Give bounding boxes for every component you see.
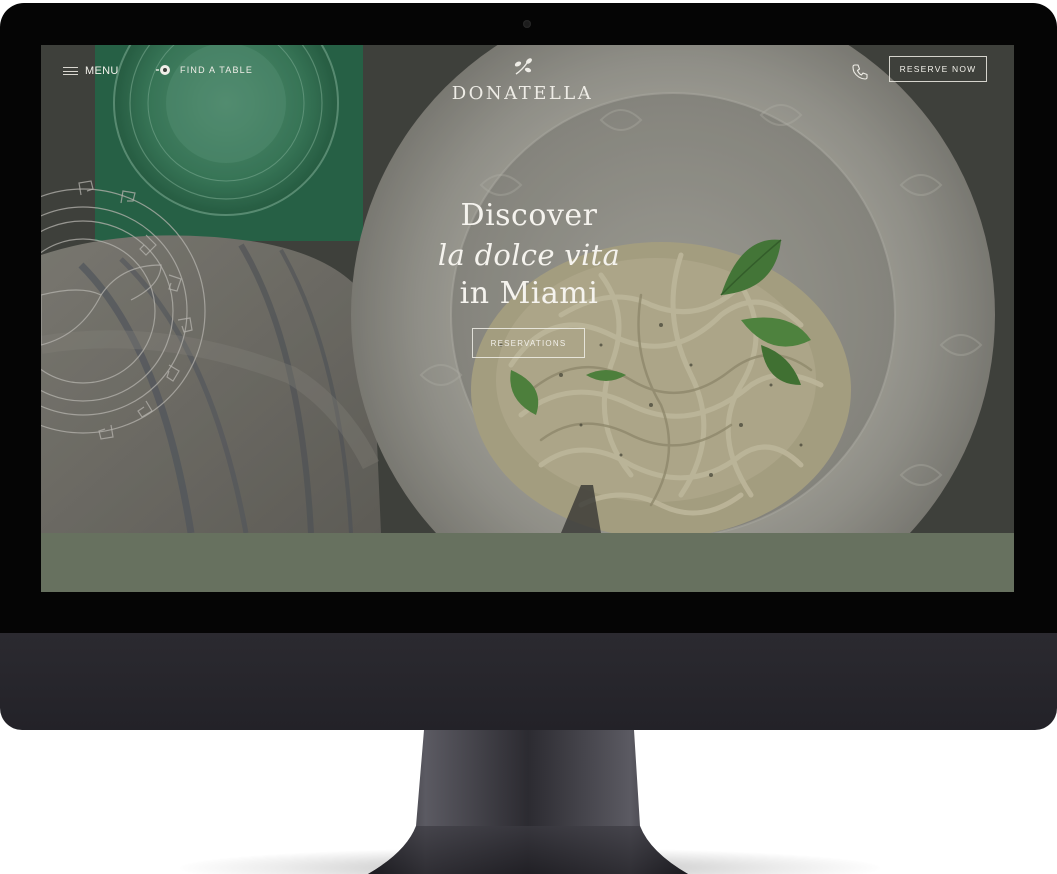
hamburger-icon bbox=[63, 67, 78, 75]
headline-line-2: la dolce vita bbox=[437, 238, 621, 272]
sprig-icon bbox=[514, 58, 532, 75]
hero-section: MENU FIND A TABLE DONATELLA RESERVE NOW … bbox=[41, 45, 1014, 533]
brand-name: DONATELLA bbox=[451, 83, 594, 104]
find-a-table-label: FIND A TABLE bbox=[180, 65, 254, 75]
menu-label: MENU bbox=[85, 65, 119, 77]
hero-headline: Discover la dolce vita in Miami bbox=[384, 197, 674, 313]
reserve-now-button[interactable]: RESERVE NOW bbox=[889, 56, 987, 82]
location-dot-icon bbox=[156, 65, 170, 75]
reservations-button[interactable]: RESERVATIONS bbox=[472, 328, 585, 358]
menu-toggle[interactable]: MENU bbox=[63, 65, 119, 77]
headline-line-3: in Miami bbox=[459, 276, 599, 311]
headline-line-1: Discover bbox=[460, 198, 598, 233]
content-band bbox=[41, 533, 1014, 592]
brand-logo[interactable]: DONATELLA bbox=[441, 57, 604, 104]
find-a-table-link[interactable]: FIND A TABLE bbox=[156, 64, 253, 76]
monitor-chin bbox=[0, 633, 1057, 730]
phone-icon[interactable] bbox=[851, 63, 869, 81]
monitor-stand bbox=[368, 730, 688, 874]
desktop-mockup: MENU FIND A TABLE DONATELLA RESERVE NOW … bbox=[0, 0, 1057, 874]
camera-icon bbox=[523, 20, 531, 28]
website-screen: MENU FIND A TABLE DONATELLA RESERVE NOW … bbox=[41, 45, 1014, 592]
